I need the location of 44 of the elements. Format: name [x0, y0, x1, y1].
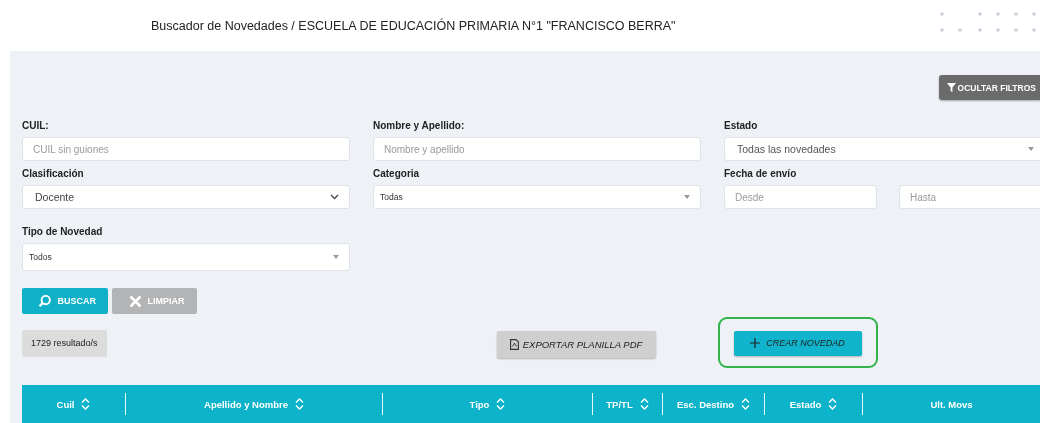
dropdown[interactable]: Todas [373, 185, 701, 209]
search-icon [38, 294, 52, 308]
search-button[interactable]: BUSCAR [22, 288, 108, 314]
sort-icon [294, 398, 304, 410]
dropdown[interactable]: Todos [22, 243, 350, 271]
hide-filters-button[interactable]: OCULTAR FILTROS [938, 75, 1040, 100]
clear-button[interactable]: LIMPIAR [112, 288, 197, 314]
filter-icon [946, 83, 956, 92]
results-count: 1729 resultado/s [22, 329, 107, 357]
create-button[interactable]: CREAR NOVEDAD [733, 330, 862, 356]
field-label: Nombre y Apellido: [373, 120, 466, 132]
sort-icon [639, 398, 649, 410]
column-header[interactable]: Estado [789, 398, 838, 410]
date-field[interactable]: Hasta [899, 185, 1040, 209]
column-header[interactable]: Tipo [469, 398, 506, 410]
field-label: Categoria [373, 168, 421, 180]
caret-icon [333, 255, 339, 259]
sort-icon [828, 398, 838, 410]
date-field[interactable]: Desde [724, 185, 877, 209]
page-title: Buscador de Novedades / ESCUELA DE EDUCACIÓN PRIMARIA N°1 "FRANCISCO BERRA" [151, 18, 676, 33]
caret-icon [1028, 147, 1034, 151]
document-icon [509, 338, 519, 350]
export-pdf-button[interactable]: EXPORTAR PLANILLA PDF [496, 330, 656, 358]
close-icon [128, 294, 142, 308]
sort-icon [81, 398, 91, 410]
chevron-down-icon [330, 194, 339, 200]
field-label: Estado [724, 120, 759, 132]
column-header[interactable]: Cuil [56, 398, 91, 410]
caret-icon [684, 195, 690, 199]
field-label: Clasificación [22, 168, 85, 180]
sort-icon [741, 398, 750, 410]
field-label: CUIL: [22, 120, 50, 132]
field-label: Fecha de envío [724, 168, 798, 180]
plus-icon [750, 338, 761, 348]
column-header[interactable]: Apellido y Nombre [204, 398, 304, 410]
column-header[interactable]: Ult. Movs [930, 398, 973, 410]
field-label: Tipo de Novedad [22, 226, 104, 238]
dropdown[interactable]: Todas las novedades [724, 137, 1040, 161]
sort-icon [496, 398, 506, 410]
input-field[interactable]: CUIL sin guiones [22, 137, 350, 161]
column-header[interactable]: TP/TL [606, 398, 649, 410]
input-field[interactable]: Nombre y apellido [373, 137, 701, 161]
column-header[interactable]: Esc. Destino [677, 398, 750, 410]
dropdown[interactable]: Docente [22, 185, 350, 209]
